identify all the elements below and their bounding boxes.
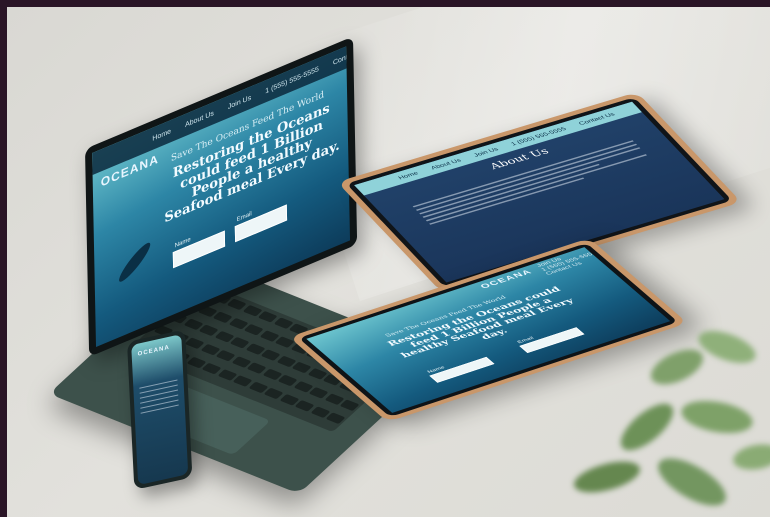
- nav-about[interactable]: About Us: [185, 110, 214, 129]
- tablet-front-nav: Join Us 1 (555) 555-5555 Contact Us: [536, 247, 603, 276]
- nav-contact[interactable]: Contact Us: [333, 46, 350, 66]
- keyboard-key: [294, 399, 315, 412]
- keyboard-key: [212, 311, 233, 324]
- nav-home[interactable]: Home: [152, 128, 171, 143]
- nav-phone[interactable]: 1 (555) 555-5555: [265, 65, 319, 95]
- keyboard-key: [246, 362, 267, 374]
- keyboard-key: [226, 298, 247, 311]
- mockup-scene: Home About Us Join Us 1 (555) 555-5555 C…: [7, 7, 770, 517]
- keyboard-key: [229, 336, 250, 349]
- phone-text-line: [139, 379, 178, 389]
- nav-join[interactable]: Join Us: [228, 94, 251, 111]
- dolphin-shape: [115, 239, 154, 285]
- tablet-front-logo[interactable]: OCEANA: [479, 268, 535, 290]
- keyboard-key: [260, 349, 281, 361]
- keyboard-key: [325, 412, 346, 425]
- keyboard-key: [277, 374, 298, 387]
- keyboard-key: [308, 387, 329, 399]
- laptop-name-field[interactable]: [172, 230, 226, 269]
- keyboard-key: [263, 387, 284, 400]
- tablet-back-nav-home[interactable]: Home: [397, 171, 420, 181]
- phone-frame: OCEANA: [127, 329, 193, 490]
- tablet-back-nav-about[interactable]: About Us: [430, 158, 463, 171]
- tablet-back-nav-join[interactable]: Join Us: [473, 147, 500, 158]
- phone-text-block: [139, 375, 179, 417]
- about-text-line: [429, 177, 585, 225]
- about-text-line: [422, 163, 600, 218]
- tablet-back-nav-phone[interactable]: 1 (555) 555-5555: [510, 126, 568, 146]
- plant-leaves: [573, 331, 770, 506]
- about-text-line: [412, 140, 634, 208]
- phone-logo[interactable]: OCEANA: [138, 345, 170, 358]
- keyboard-key: [201, 362, 222, 375]
- keyboard-key: [274, 336, 295, 348]
- keyboard-key: [198, 324, 219, 337]
- laptop-email-field[interactable]: [234, 204, 288, 243]
- keyboard-key: [339, 399, 360, 412]
- keyboard-key: [243, 323, 264, 336]
- keyboard-key: [257, 310, 278, 323]
- keyboard-key: [184, 337, 205, 350]
- keyboard-key: [215, 349, 236, 362]
- keyboard-key: [232, 375, 253, 387]
- phone-display: OCEANA: [131, 334, 189, 486]
- keyboard-key: [291, 361, 312, 374]
- tablet-back-nav-contact[interactable]: Contact Us: [578, 112, 616, 126]
